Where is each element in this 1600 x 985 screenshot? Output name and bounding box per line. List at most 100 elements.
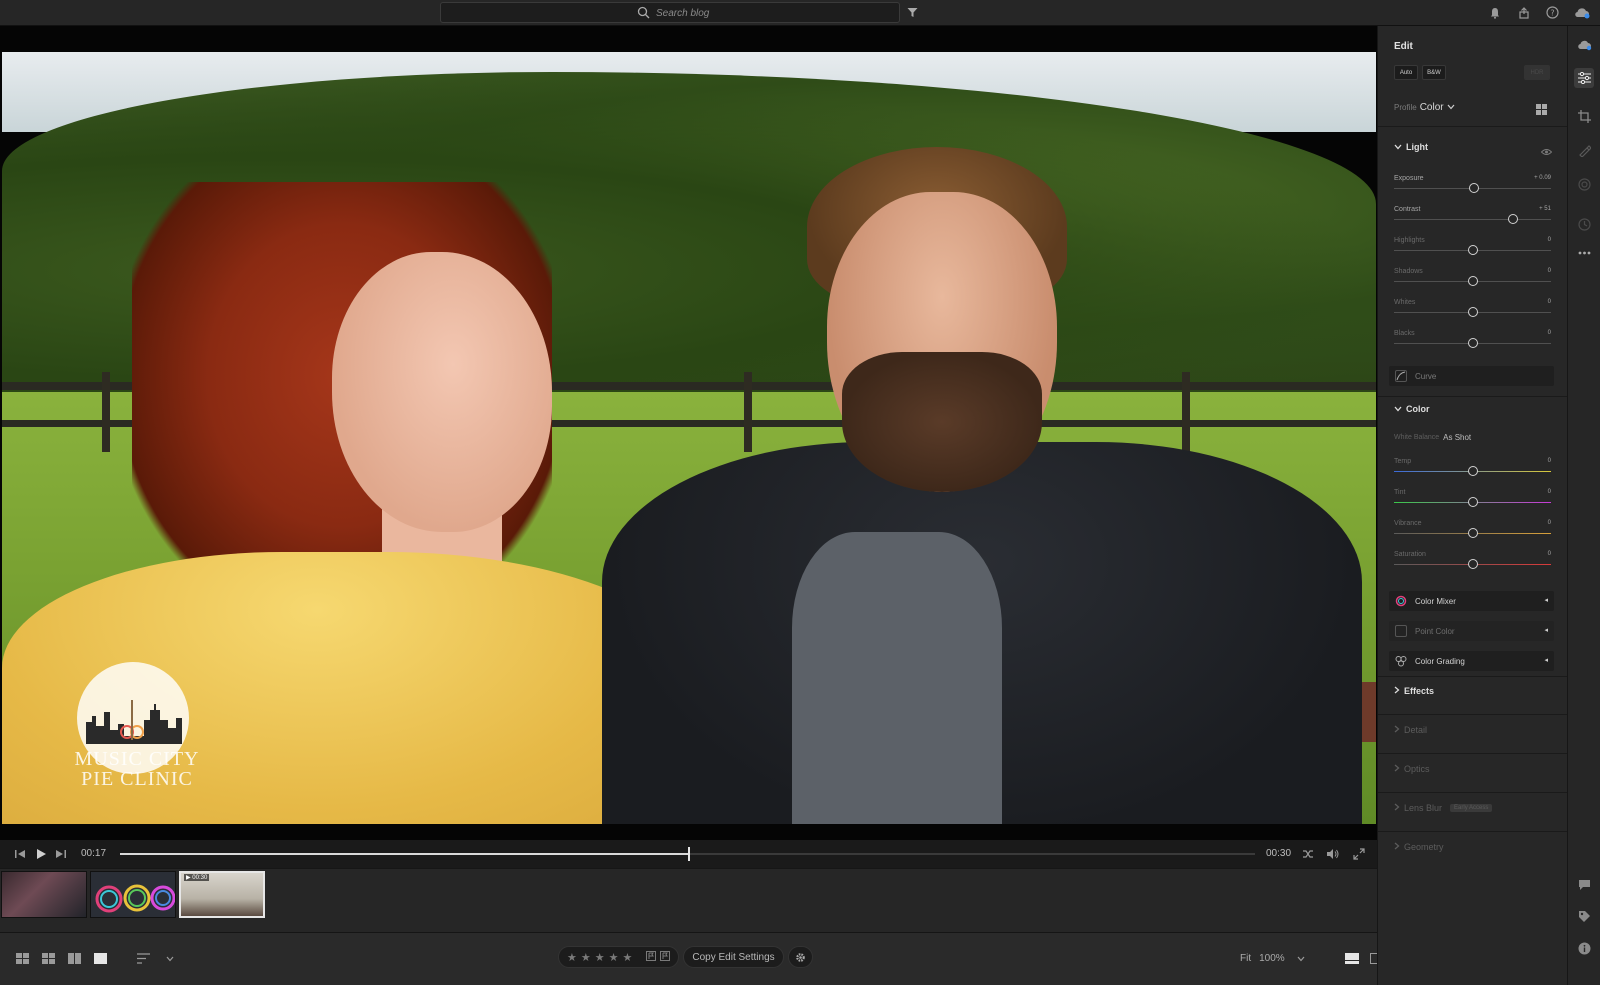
whites-slider-knob[interactable] <box>1467 307 1478 317</box>
shadows-slider-knob[interactable] <box>1467 276 1478 286</box>
highlights-value[interactable]: 0 <box>1548 237 1551 243</box>
search-box[interactable] <box>440 2 900 23</box>
cloud-icon[interactable] <box>1576 36 1593 53</box>
whites-slider[interactable] <box>1394 307 1551 317</box>
help-icon[interactable]: ? <box>1544 4 1561 21</box>
cloud-sync-icon[interactable] <box>1573 4 1590 21</box>
crop-icon[interactable] <box>1576 108 1593 125</box>
temp-slider[interactable] <box>1394 466 1551 476</box>
chevron-right-icon <box>1394 842 1400 852</box>
step-back-icon[interactable] <box>14 847 26 865</box>
grid-view-icon[interactable] <box>40 950 57 967</box>
bw-button[interactable]: B&W <box>1422 65 1446 80</box>
star-icon[interactable]: ★ <box>567 951 577 964</box>
chevron-down-icon[interactable] <box>1293 950 1310 967</box>
zoom-level[interactable]: 100% <box>1259 953 1285 964</box>
filmstrip-thumb[interactable] <box>1 871 87 918</box>
profile-browser-icon[interactable] <box>1536 102 1547 120</box>
star-icon[interactable]: ★ <box>595 951 605 964</box>
tag-icon[interactable] <box>1576 908 1593 925</box>
fullscreen-icon[interactable] <box>1353 847 1365 865</box>
white-balance-selector[interactable]: White Balance As Shot <box>1394 433 1471 442</box>
volume-icon[interactable] <box>1326 847 1340 865</box>
chevron-right-icon <box>1394 686 1400 696</box>
blacks-value[interactable]: 0 <box>1548 330 1551 336</box>
filmstrip-toggle-icon[interactable] <box>1344 950 1361 967</box>
temp-value[interactable]: 0 <box>1548 458 1551 464</box>
detail-section-header[interactable]: Detail <box>1394 725 1427 735</box>
detail-view-icon[interactable] <box>92 950 109 967</box>
star-icon[interactable]: ★ <box>581 951 591 964</box>
search-input[interactable] <box>656 5 856 21</box>
video-playbar: 00:17 00:30 <box>0 840 1377 868</box>
tint-slider-knob[interactable] <box>1467 497 1478 507</box>
more-icon[interactable] <box>1576 244 1593 261</box>
comment-icon[interactable] <box>1576 876 1593 893</box>
blacks-slider-knob[interactable] <box>1467 338 1478 348</box>
lens-blur-section-header[interactable]: Lens Blur Early Access <box>1394 803 1493 813</box>
optics-section-header[interactable]: Optics <box>1394 764 1430 774</box>
play-icon[interactable] <box>35 847 47 865</box>
auto-button[interactable]: Auto <box>1394 65 1418 80</box>
color-section-header[interactable]: Color <box>1394 404 1430 414</box>
history-icon[interactable] <box>1576 216 1593 233</box>
filmstrip-thumb-selected[interactable]: ▶ 00:30 <box>179 871 265 918</box>
scrub-handle[interactable] <box>687 847 690 861</box>
flag-reject-icon[interactable] <box>660 950 671 964</box>
shuffle-icon[interactable] <box>1302 847 1314 865</box>
copy-edit-settings-button[interactable]: Copy Edit Settings <box>683 946 784 968</box>
fit-label[interactable]: Fit <box>1240 953 1251 964</box>
highlights-slider[interactable] <box>1394 245 1551 255</box>
highlights-slider-knob[interactable] <box>1467 245 1478 255</box>
contrast-slider-knob[interactable] <box>1508 214 1519 224</box>
healing-brush-icon[interactable] <box>1576 142 1593 159</box>
bottom-toolbar: ★ ★ ★ ★ ★ Copy Edit Settings Fit 100% <box>0 932 1385 985</box>
sort-icon[interactable] <box>135 950 152 967</box>
bell-icon[interactable] <box>1486 4 1503 21</box>
vibrance-slider-knob[interactable] <box>1467 528 1478 538</box>
share-icon[interactable] <box>1515 4 1532 21</box>
chevron-down-icon[interactable] <box>161 950 178 967</box>
contrast-slider[interactable] <box>1394 214 1551 224</box>
shadows-value[interactable]: 0 <box>1548 268 1551 274</box>
saturation-value[interactable]: 0 <box>1548 551 1551 557</box>
compare-view-icon[interactable] <box>66 950 83 967</box>
step-forward-icon[interactable] <box>55 847 67 865</box>
exposure-slider[interactable] <box>1394 183 1551 193</box>
vibrance-slider[interactable] <box>1394 528 1551 538</box>
effects-section-header[interactable]: Effects <box>1394 686 1434 696</box>
star-icon[interactable]: ★ <box>609 951 619 964</box>
scrub-track[interactable] <box>120 847 1255 861</box>
geometry-section-header[interactable]: Geometry <box>1394 842 1444 852</box>
eye-icon[interactable] <box>1540 143 1553 161</box>
exposure-slider-knob[interactable] <box>1469 183 1480 193</box>
info-icon[interactable] <box>1576 940 1593 957</box>
vibrance-value[interactable]: 0 <box>1548 520 1551 526</box>
color-grading-row[interactable]: Color Grading ◂ <box>1389 651 1554 671</box>
photo-viewer[interactable]: MUSIC CITY PIE CLINIC <box>0 26 1377 852</box>
point-color-row[interactable]: Point Color ◂ <box>1389 621 1554 641</box>
tint-slider[interactable] <box>1394 497 1551 507</box>
saturation-slider[interactable] <box>1394 559 1551 569</box>
hdr-button[interactable]: HDR <box>1524 65 1550 80</box>
filter-icon[interactable] <box>907 5 918 23</box>
color-mixer-row[interactable]: Color Mixer ◂ <box>1389 591 1554 611</box>
flag-pick-icon[interactable] <box>646 950 657 964</box>
filmstrip-thumb[interactable] <box>90 871 176 918</box>
saturation-slider-knob[interactable] <box>1467 559 1478 569</box>
masking-icon[interactable] <box>1576 176 1593 193</box>
contrast-value[interactable]: + 51 <box>1539 206 1551 212</box>
shadows-slider[interactable] <box>1394 276 1551 286</box>
gear-icon[interactable] <box>787 946 813 968</box>
star-icon[interactable]: ★ <box>623 951 633 964</box>
tint-value[interactable]: 0 <box>1548 489 1551 495</box>
edit-sliders-icon[interactable] <box>1574 68 1594 88</box>
blacks-slider[interactable] <box>1394 338 1551 348</box>
whites-value[interactable]: 0 <box>1548 299 1551 305</box>
temp-slider-knob[interactable] <box>1467 466 1478 476</box>
square-grid-view-icon[interactable] <box>14 950 31 967</box>
exposure-value[interactable]: + 0.09 <box>1534 175 1551 181</box>
light-section-header[interactable]: Light <box>1394 142 1428 152</box>
curve-row[interactable]: Curve <box>1389 366 1554 386</box>
profile-selector[interactable]: Profile Color <box>1394 102 1455 113</box>
